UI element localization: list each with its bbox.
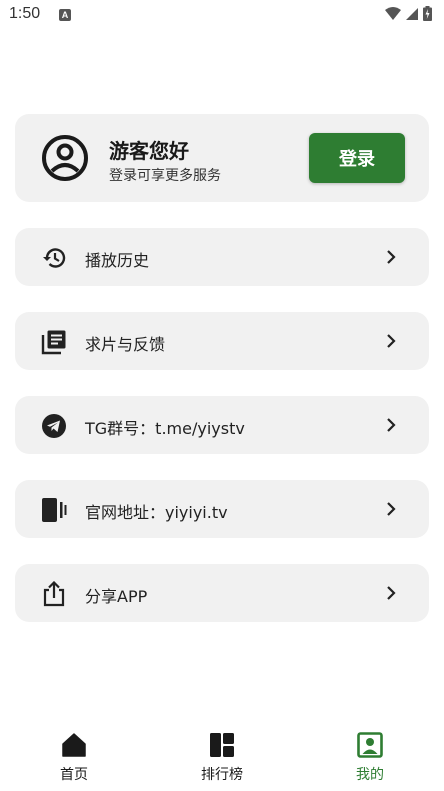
menu-item-history[interactable]: 播放历史 xyxy=(15,228,429,286)
chevron-right-icon xyxy=(387,418,396,432)
account-box-icon xyxy=(357,732,383,758)
nav-item-mine[interactable]: 我的 xyxy=(315,720,425,791)
menu-label: 官网地址：yiyiyi.tv xyxy=(85,503,228,522)
home-icon xyxy=(62,733,86,757)
library-books-icon xyxy=(41,330,66,355)
share-icon xyxy=(43,581,65,607)
login-button[interactable]: 登录 xyxy=(309,133,405,183)
phone-device-icon xyxy=(42,498,67,522)
nav-label: 首页 xyxy=(60,767,88,783)
status-bar: 1:50 A xyxy=(0,0,444,30)
leaderboard-icon xyxy=(210,733,234,757)
chevron-right-icon xyxy=(387,250,396,264)
chevron-right-icon xyxy=(387,502,396,516)
wifi-icon xyxy=(385,6,401,20)
menu-item-share[interactable]: 分享APP xyxy=(15,564,429,622)
menu-item-website[interactable]: 官网地址：yiyiyi.tv xyxy=(15,480,429,538)
profile-card: 游客您好 登录可享更多服务 登录 xyxy=(15,114,429,202)
greeting-subtitle: 登录可享更多服务 xyxy=(109,168,221,184)
telegram-icon xyxy=(42,414,66,438)
status-time: 1:50 xyxy=(9,5,41,22)
nav-item-leaderboard[interactable]: 排行榜 xyxy=(167,720,277,791)
menu-item-telegram[interactable]: TG群号：t.me/yiystv xyxy=(15,396,429,454)
nav-item-home[interactable]: 首页 xyxy=(19,720,129,791)
menu-label: 分享APP xyxy=(85,587,148,606)
signal-icon xyxy=(406,7,418,20)
nav-label: 我的 xyxy=(356,767,384,783)
chevron-right-icon xyxy=(387,586,396,600)
menu-item-feedback[interactable]: 求片与反馈 xyxy=(15,312,429,370)
battery-icon xyxy=(423,6,432,21)
bottom-navigation: 首页 排行榜 我的 xyxy=(0,720,444,791)
status-icons xyxy=(385,6,432,21)
menu-label: 求片与反馈 xyxy=(85,335,166,354)
chevron-right-icon xyxy=(387,334,396,348)
nav-label: 排行榜 xyxy=(201,767,243,783)
greeting-title: 游客您好 xyxy=(109,139,189,163)
menu-label: 播放历史 xyxy=(85,251,150,270)
account-circle-icon xyxy=(42,135,88,181)
menu-label: TG群号：t.me/yiystv xyxy=(85,419,245,438)
notification-badge: A xyxy=(59,9,71,21)
history-icon xyxy=(43,248,66,268)
